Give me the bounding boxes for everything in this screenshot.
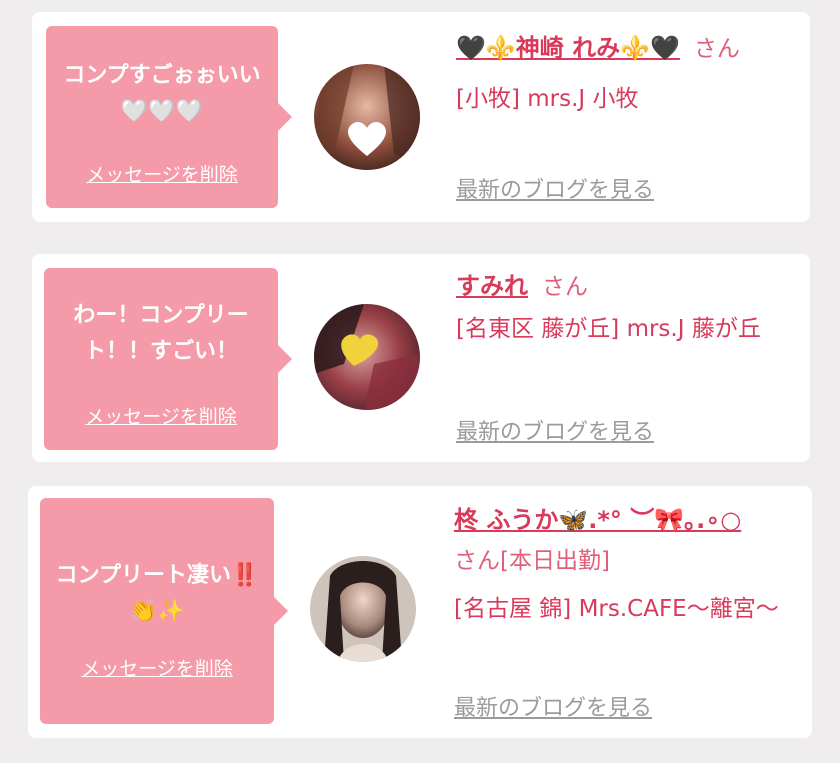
avatar-photo: [314, 304, 420, 410]
avatar[interactable]: [314, 64, 420, 170]
message-card: コンプすごぉぉいい🤍🤍🤍 メッセージを削除 🖤⚜️神崎 れみ⚜️🖤 さん [小牧]…: [32, 12, 810, 222]
name-line: 柊 ふうか🦋.*° ︶🎀｡.∘○: [454, 500, 798, 541]
delete-message-link[interactable]: メッセージを削除: [40, 654, 274, 681]
honorific: さん: [454, 548, 500, 574]
name-line: すみれ さん: [456, 266, 800, 307]
message-text: コンプすごぉぉいい🤍🤍🤍: [63, 63, 261, 124]
cast-name-link[interactable]: 柊 ふうか🦋.*° ︶🎀｡.∘○: [454, 506, 741, 534]
message-bubble: コンプリート凄い‼️👏✨ メッセージを削除: [40, 498, 288, 724]
message-text: わー！コンプリート！！すごい！: [73, 303, 249, 364]
profile-info: すみれ さん [名東区 藤が丘] mrs.J 藤が丘: [456, 266, 800, 349]
name-line: 🖤⚜️神崎 れみ⚜️🖤 さん: [456, 28, 796, 69]
message-bubble: コンプすごぉぉいい🤍🤍🤍 メッセージを削除: [46, 26, 292, 208]
profile-info: 🖤⚜️神崎 れみ⚜️🖤 さん [小牧] mrs.J 小牧: [456, 28, 796, 119]
honorific: さん: [693, 36, 740, 62]
cast-name-link[interactable]: 🖤⚜️神崎 れみ⚜️🖤: [456, 34, 680, 62]
latest-blog-link[interactable]: 最新のブログを見る: [456, 172, 654, 204]
avatar-photo: [314, 64, 420, 170]
avatar[interactable]: [310, 556, 416, 662]
status-badge: [本日出勤]: [500, 548, 610, 574]
profile-info: 柊 ふうか🦋.*° ︶🎀｡.∘○ さん[本日出勤] [名古屋 錦] Mrs.CA…: [454, 500, 798, 629]
message-text: コンプリート凄い‼️👏✨: [55, 563, 259, 624]
latest-blog-link[interactable]: 最新のブログを見る: [456, 414, 654, 446]
avatar-photo: [310, 556, 416, 662]
message-card: わー！コンプリート！！すごい！ メッセージを削除 すみれ さん [名東区 藤が丘]…: [32, 254, 810, 462]
avatar[interactable]: [314, 304, 420, 410]
cast-name-link[interactable]: すみれ: [456, 272, 528, 300]
message-bubble: わー！コンプリート！！すごい！ メッセージを削除: [44, 268, 292, 450]
shop-name: [小牧] mrs.J 小牧: [456, 86, 639, 112]
name-suffix-line: さん[本日出勤]: [454, 541, 798, 581]
delete-message-link[interactable]: メッセージを削除: [44, 402, 278, 429]
message-card: コンプリート凄い‼️👏✨ メッセージを削除 柊 ふうか🦋.*° ︶🎀｡.∘○ さ…: [28, 486, 812, 738]
latest-blog-link[interactable]: 最新のブログを見る: [454, 690, 652, 722]
shop-name: [名古屋 錦] Mrs.CAFE～離宮～: [454, 596, 779, 622]
shop-name: [名東区 藤が丘] mrs.J 藤が丘: [456, 316, 761, 342]
honorific: さん: [542, 274, 588, 300]
delete-message-link[interactable]: メッセージを削除: [46, 160, 278, 187]
